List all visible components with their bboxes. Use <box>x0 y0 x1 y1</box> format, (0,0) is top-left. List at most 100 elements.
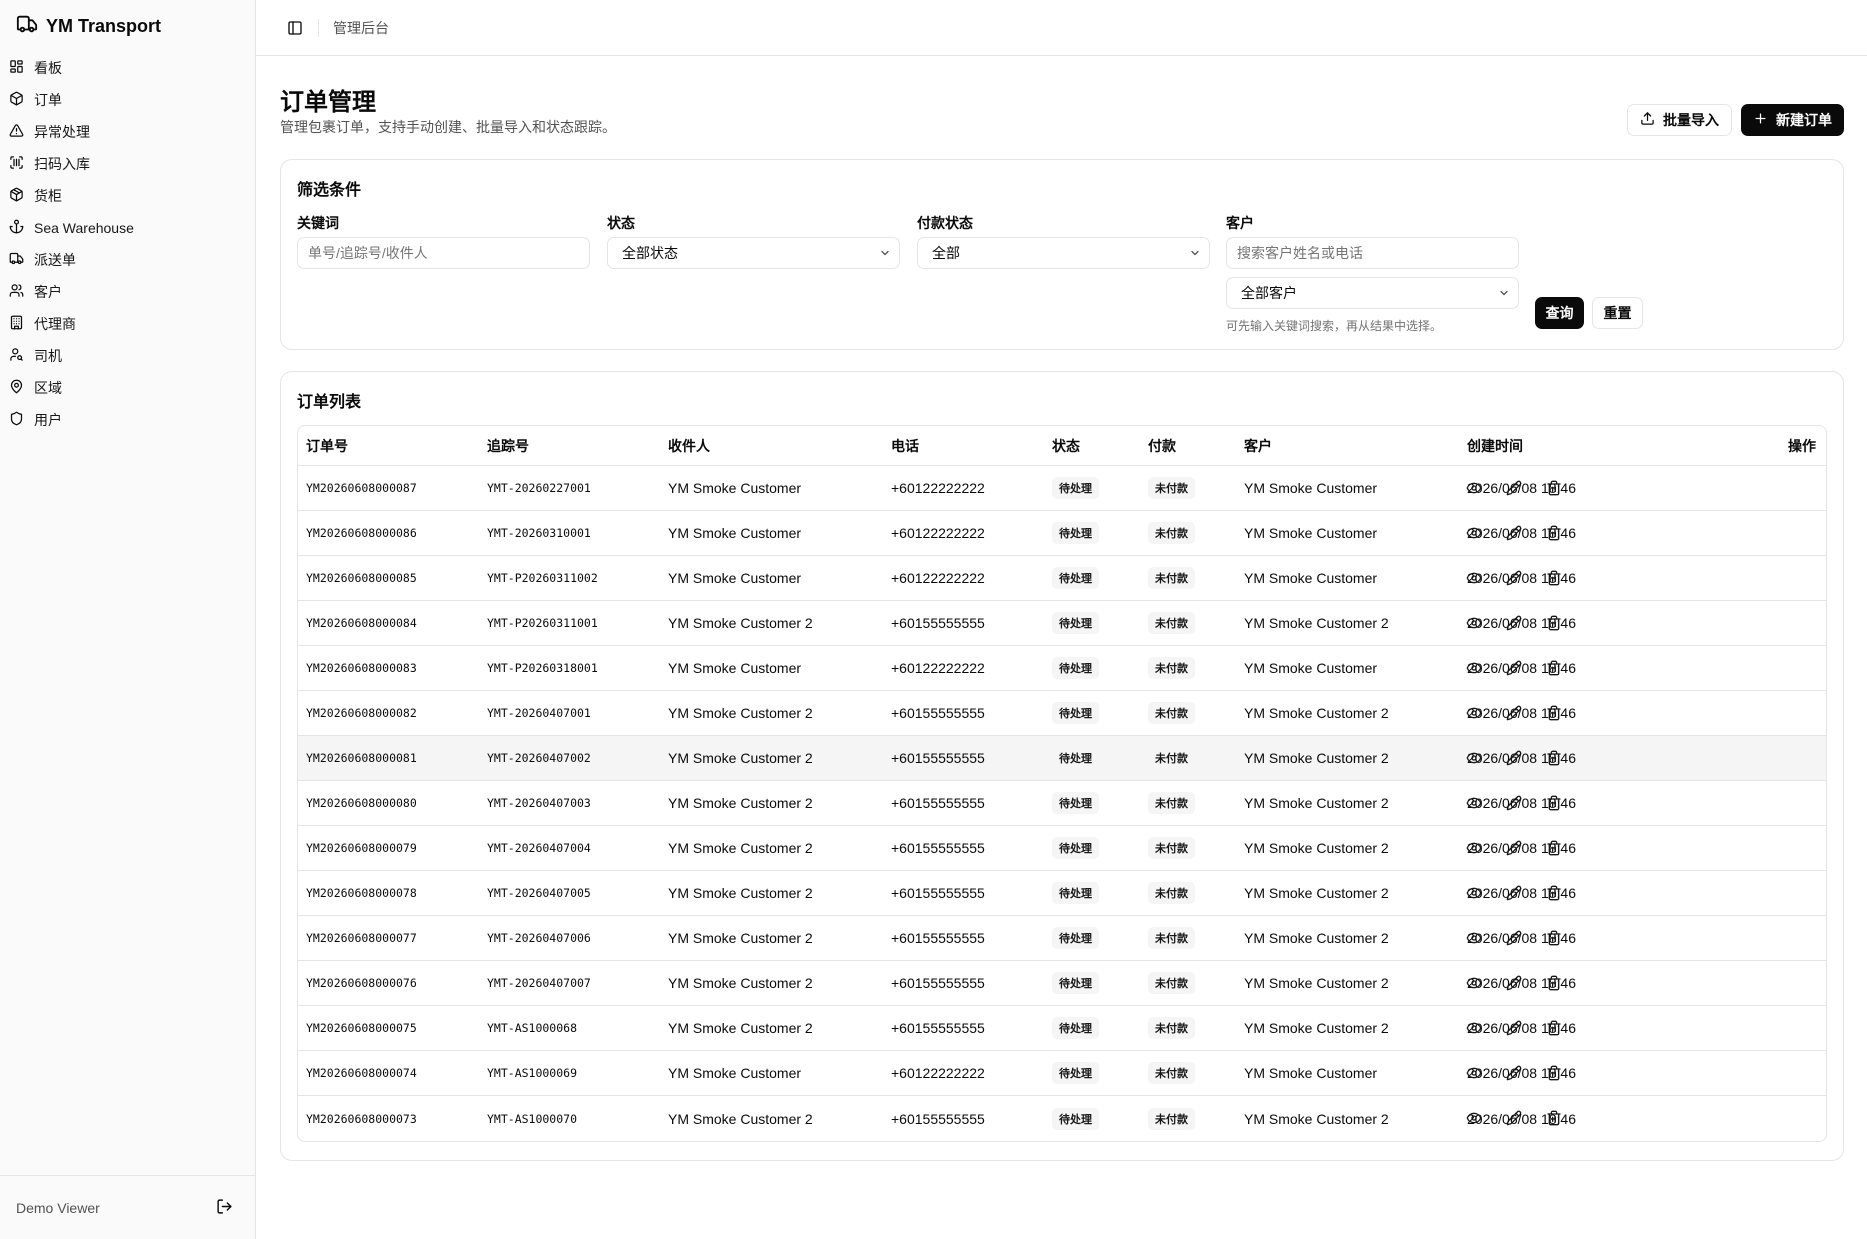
trash-icon <box>1547 840 1561 856</box>
view-order-button[interactable] <box>1466 615 1482 631</box>
customer-search-input[interactable] <box>1226 237 1519 269</box>
edit-order-button[interactable] <box>1506 480 1522 496</box>
sidebar-item-driver[interactable]: 司机 <box>0 340 255 372</box>
view-order-button[interactable] <box>1466 930 1482 946</box>
query-button[interactable]: 查询 <box>1535 297 1584 329</box>
edit-order-button[interactable] <box>1506 840 1522 856</box>
table-row[interactable]: YM20260608000078 YMT-20260407005 YM Smoke … <box>298 871 1826 916</box>
view-order-button[interactable] <box>1466 885 1482 901</box>
status-badge: 待处理 <box>1052 522 1099 544</box>
delete-order-button[interactable] <box>1546 750 1562 766</box>
table-row[interactable]: YM20260608000081 YMT-20260407002 YM Smoke … <box>298 736 1826 781</box>
sidebar-item-shield[interactable]: 用户 <box>0 404 255 436</box>
phone-cell: +60155555555 <box>891 930 985 946</box>
sidebar-item-map-pin[interactable]: 区域 <box>0 372 255 404</box>
table-row[interactable]: YM20260608000085 YMT-P20260311002 YM Smoke… <box>298 556 1826 601</box>
sidebar-item-users[interactable]: 客户 <box>0 276 255 308</box>
sidebar-item-alert-triangle[interactable]: 异常处理 <box>0 116 255 148</box>
view-order-button[interactable] <box>1466 1065 1482 1081</box>
payment-cell: 未付款 <box>1148 871 1195 915</box>
delete-order-button[interactable] <box>1546 1065 1562 1081</box>
edit-order-button[interactable] <box>1506 1065 1522 1081</box>
table-row[interactable]: YM20260608000082 YMT-20260407001 YM Smoke … <box>298 691 1826 736</box>
payment-select[interactable]: 全部 <box>917 237 1210 269</box>
delete-order-button[interactable] <box>1546 705 1562 721</box>
trash-icon <box>1547 750 1561 766</box>
logout-icon[interactable] <box>216 1198 233 1218</box>
status-select[interactable]: 全部状态 <box>607 237 900 269</box>
bulk-import-button[interactable]: 批量导入 <box>1627 104 1732 136</box>
view-order-button[interactable] <box>1466 570 1482 586</box>
delete-order-button[interactable] <box>1546 570 1562 586</box>
table-row[interactable]: YM20260608000079 YMT-20260407004 YM Smoke … <box>298 826 1826 871</box>
payment-cell: 未付款 <box>1148 646 1195 690</box>
delete-order-button[interactable] <box>1546 975 1562 991</box>
breadcrumb[interactable]: 管理后台 <box>333 18 389 38</box>
sidebar-item-package[interactable]: 订单 <box>0 84 255 116</box>
delete-order-button[interactable] <box>1546 795 1562 811</box>
sidebar-item-anchor[interactable]: Sea Warehouse <box>0 212 255 244</box>
delete-order-button[interactable] <box>1546 885 1562 901</box>
view-order-button[interactable] <box>1466 525 1482 541</box>
table-row[interactable]: YM20260608000084 YMT-P20260311001 YM Smoke… <box>298 601 1826 646</box>
edit-order-button[interactable] <box>1506 975 1522 991</box>
edit-order-button[interactable] <box>1506 885 1522 901</box>
delete-order-button[interactable] <box>1546 525 1562 541</box>
table-row[interactable]: YM20260608000075 YMT-AS1000068 YM Smoke Cu… <box>298 1006 1826 1051</box>
view-order-button[interactable] <box>1466 660 1482 676</box>
edit-order-button[interactable] <box>1506 570 1522 586</box>
table-row[interactable]: YM20260608000080 YMT-20260407003 YM Smoke … <box>298 781 1826 826</box>
table-row[interactable]: YM20260608000083 YMT-P20260318001 YM Smoke… <box>298 646 1826 691</box>
alert-triangle-icon <box>9 123 24 141</box>
view-order-button[interactable] <box>1466 1110 1482 1126</box>
sidebar-item-dashboard[interactable]: 看板 <box>0 52 255 84</box>
view-order-button[interactable] <box>1466 480 1482 496</box>
edit-order-button[interactable] <box>1506 525 1522 541</box>
view-order-button[interactable] <box>1466 975 1482 991</box>
recipient-cell: YM Smoke Customer 2 <box>668 615 813 631</box>
delete-order-button[interactable] <box>1546 840 1562 856</box>
sidebar-toggle-icon[interactable] <box>282 15 308 41</box>
status-badge: 待处理 <box>1052 747 1099 769</box>
order-number-cell: YM20260608000082 <box>306 706 417 720</box>
table-row[interactable]: YM20260608000073 YMT-AS1000070 YM Smoke Cu… <box>298 1096 1826 1141</box>
keyword-input[interactable] <box>297 237 590 269</box>
table-row[interactable]: YM20260608000074 YMT-AS1000069 YM Smoke Cu… <box>298 1051 1826 1096</box>
view-order-button[interactable] <box>1466 795 1482 811</box>
edit-order-button[interactable] <box>1506 660 1522 676</box>
table-row[interactable]: YM20260608000077 YMT-20260407006 YM Smoke … <box>298 916 1826 961</box>
edit-order-button[interactable] <box>1506 750 1522 766</box>
edit-order-button[interactable] <box>1506 615 1522 631</box>
edit-order-button[interactable] <box>1506 1110 1522 1126</box>
sidebar-item-building[interactable]: 代理商 <box>0 308 255 340</box>
delete-order-button[interactable] <box>1546 660 1562 676</box>
table-row[interactable]: YM20260608000087 YMT-20260227001 YM Smoke … <box>298 466 1826 511</box>
delete-order-button[interactable] <box>1546 930 1562 946</box>
delete-order-button[interactable] <box>1546 1020 1562 1036</box>
sidebar-item-scan[interactable]: 扫码入库 <box>0 148 255 180</box>
table-row[interactable]: YM20260608000076 YMT-20260407007 YM Smoke … <box>298 961 1826 1006</box>
sidebar-item-truck[interactable]: 派送单 <box>0 244 255 276</box>
view-order-button[interactable] <box>1466 750 1482 766</box>
view-order-button[interactable] <box>1466 1020 1482 1036</box>
customer-select[interactable]: 全部客户 <box>1226 277 1519 309</box>
delete-order-button[interactable] <box>1546 480 1562 496</box>
delete-order-button[interactable] <box>1546 1110 1562 1126</box>
view-order-button[interactable] <box>1466 705 1482 721</box>
status-badge: 待处理 <box>1052 612 1099 634</box>
table-row[interactable]: YM20260608000086 YMT-20260310001 YM Smoke … <box>298 511 1826 556</box>
edit-order-button[interactable] <box>1506 795 1522 811</box>
chevron-down-icon <box>1191 250 1199 256</box>
phone-cell: +60155555555 <box>891 1110 985 1127</box>
reset-button[interactable]: 重置 <box>1592 297 1643 329</box>
sidebar-item-container[interactable]: 货柜 <box>0 180 255 212</box>
edit-order-button[interactable] <box>1506 705 1522 721</box>
edit-order-button[interactable] <box>1506 1020 1522 1036</box>
status-badge: 待处理 <box>1052 927 1099 949</box>
view-order-button[interactable] <box>1466 840 1482 856</box>
brand[interactable]: YM Transport <box>0 0 255 52</box>
new-order-button[interactable]: 新建订单 <box>1741 104 1844 136</box>
delete-order-button[interactable] <box>1546 615 1562 631</box>
edit-order-button[interactable] <box>1506 930 1522 946</box>
status-badge: 待处理 <box>1052 837 1099 859</box>
